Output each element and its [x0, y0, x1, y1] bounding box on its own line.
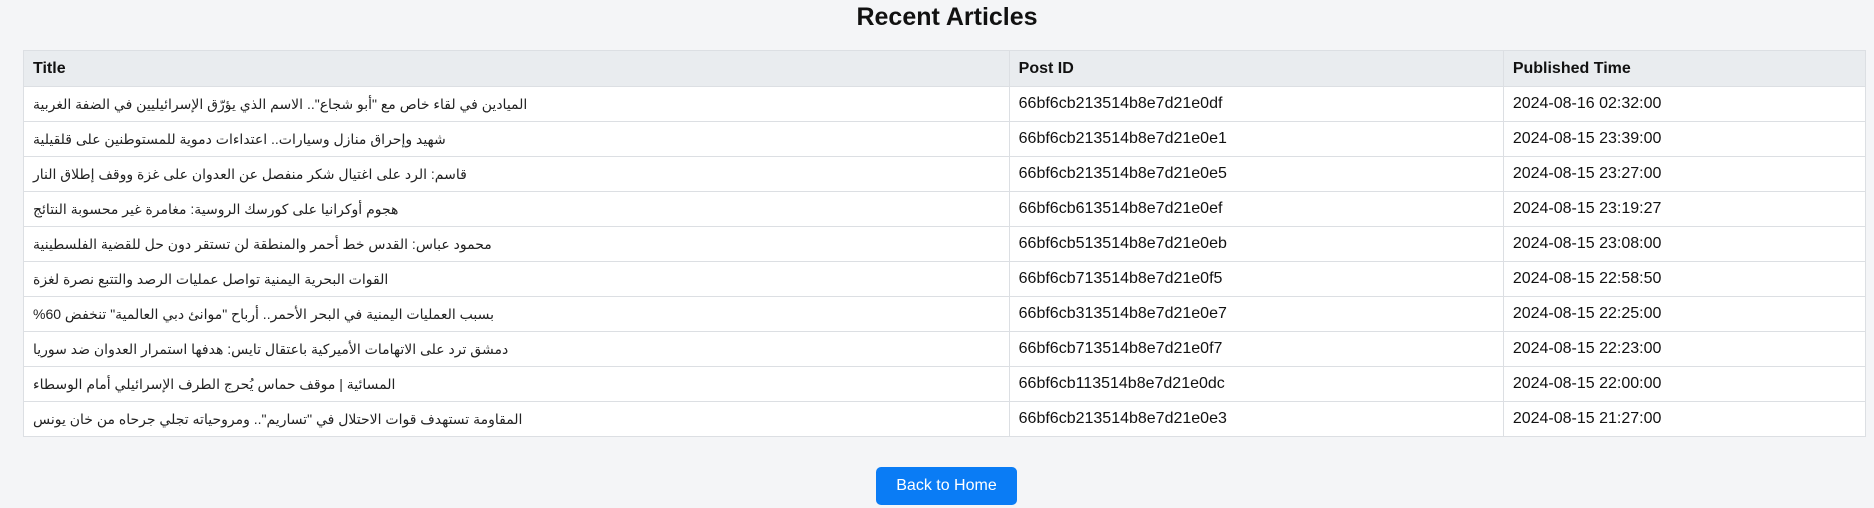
post-id: 66bf6cb713514b8e7d21e0f7	[1008, 331, 1504, 367]
post-id: 66bf6cb213514b8e7d21e0e1	[1008, 121, 1504, 157]
table-row: دمشق ترد على الاتهامات الأميركية باعتقال…	[23, 331, 1867, 367]
back-to-home-button[interactable]: Back to Home	[876, 467, 1017, 505]
published-time: 2024-08-15 23:19:27	[1502, 191, 1867, 227]
article-title: المسائية | موقف حماس يُحرج الطرف الإسرائ…	[23, 366, 1010, 402]
published-time: 2024-08-15 23:08:00	[1502, 226, 1867, 262]
article-title: محمود عباس: القدس خط أحمر والمنطقة لن تس…	[23, 226, 1010, 262]
post-id: 66bf6cb713514b8e7d21e0f5	[1008, 261, 1504, 297]
article-title: دمشق ترد على الاتهامات الأميركية باعتقال…	[23, 331, 1010, 367]
column-header-published-time: Published Time	[1502, 50, 1867, 87]
post-id: 66bf6cb213514b8e7d21e0e5	[1008, 156, 1504, 192]
table-row: القوات البحرية اليمنية تواصل عمليات الرص…	[23, 261, 1867, 297]
post-id: 66bf6cb113514b8e7d21e0dc	[1008, 366, 1504, 402]
post-id: 66bf6cb213514b8e7d21e0df	[1008, 86, 1504, 122]
page: Recent Articles Title Post ID Published …	[0, 0, 1874, 508]
post-id: 66bf6cb613514b8e7d21e0ef	[1008, 191, 1504, 227]
table-row: هجوم أوكرانيا على كورسك الروسية: مغامرة …	[23, 191, 1867, 227]
article-title: هجوم أوكرانيا على كورسك الروسية: مغامرة …	[23, 191, 1010, 227]
article-title: المقاومة تستهدف قوات الاحتلال في "تساريم…	[23, 401, 1010, 437]
published-time: 2024-08-15 21:27:00	[1502, 401, 1867, 437]
table-row: محمود عباس: القدس خط أحمر والمنطقة لن تس…	[23, 226, 1867, 262]
column-header-post-id: Post ID	[1008, 50, 1504, 87]
table-header-row: Title Post ID Published Time	[23, 50, 1867, 87]
column-header-title: Title	[23, 50, 1010, 87]
published-time: 2024-08-15 22:58:50	[1502, 261, 1867, 297]
post-id: 66bf6cb313514b8e7d21e0e7	[1008, 296, 1504, 332]
table-row: الميادين في لقاء خاص مع "أبو شجاع".. الا…	[23, 86, 1867, 122]
post-id: 66bf6cb213514b8e7d21e0e3	[1008, 401, 1504, 437]
published-time: 2024-08-15 22:25:00	[1502, 296, 1867, 332]
article-title: قاسم: الرد على اغتيال شكر منفصل عن العدو…	[23, 156, 1010, 192]
article-title: بسبب العمليات اليمنية في البحر الأحمر.. …	[23, 296, 1010, 332]
table-row: المقاومة تستهدف قوات الاحتلال في "تساريم…	[23, 401, 1867, 437]
article-title: القوات البحرية اليمنية تواصل عمليات الرص…	[23, 261, 1010, 297]
table-row: قاسم: الرد على اغتيال شكر منفصل عن العدو…	[23, 156, 1867, 192]
published-time: 2024-08-16 02:32:00	[1502, 86, 1867, 122]
table-row: المسائية | موقف حماس يُحرج الطرف الإسرائ…	[23, 366, 1867, 402]
published-time: 2024-08-15 22:00:00	[1502, 366, 1867, 402]
table-row: بسبب العمليات اليمنية في البحر الأحمر.. …	[23, 296, 1867, 332]
published-time: 2024-08-15 23:39:00	[1502, 121, 1867, 157]
page-title: Recent Articles	[856, 3, 1038, 31]
article-title: الميادين في لقاء خاص مع "أبو شجاع".. الا…	[23, 86, 1010, 122]
post-id: 66bf6cb513514b8e7d21e0eb	[1008, 226, 1504, 262]
published-time: 2024-08-15 22:23:00	[1502, 331, 1867, 367]
article-title: شهيد وإحراق منازل وسيارات.. اعتداءات دمو…	[23, 121, 1010, 157]
table-row: شهيد وإحراق منازل وسيارات.. اعتداءات دمو…	[23, 121, 1867, 157]
articles-table: Title Post ID Published Time الميادين في…	[23, 50, 1867, 437]
published-time: 2024-08-15 23:27:00	[1502, 156, 1867, 192]
